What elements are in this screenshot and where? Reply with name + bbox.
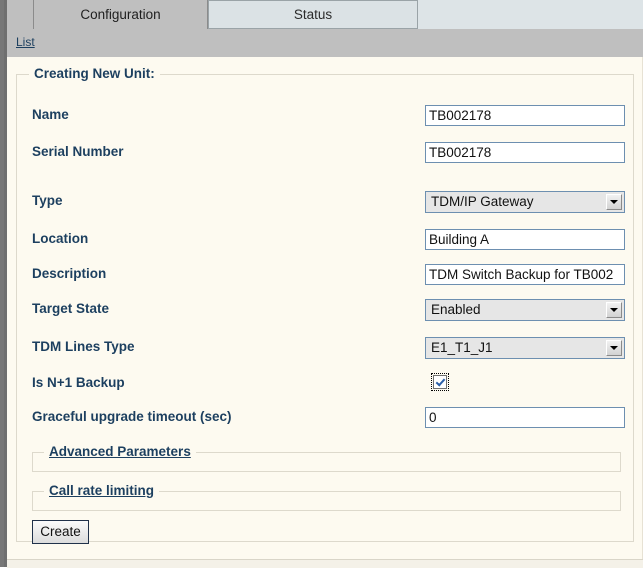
location-input[interactable]: Building A <box>425 229 625 250</box>
left-edge-rail-inner <box>0 0 4 567</box>
chevron-down-icon[interactable] <box>606 302 622 318</box>
field-row-type: Type TDM/IP Gateway <box>17 191 633 215</box>
target-state-select-value: Enabled <box>431 302 481 317</box>
target-state-select[interactable]: Enabled <box>425 299 625 321</box>
tab-strip: Configuration Status <box>0 0 643 29</box>
field-row-graceful-upgrade-timeout: Graceful upgrade timeout (sec) 0 <box>17 407 633 431</box>
breadcrumb-toolbar: List <box>0 29 643 57</box>
advanced-parameters-section[interactable]: Advanced Parameters <box>32 444 621 472</box>
tab-status[interactable]: Status <box>208 0 418 29</box>
chevron-down-icon[interactable] <box>606 194 622 210</box>
field-row-target-state: Target State Enabled <box>17 299 633 323</box>
label-is-n1-backup: Is N+1 Backup <box>32 375 125 390</box>
description-input[interactable]: TDM Switch Backup for TB002 <box>425 264 625 285</box>
type-select-value: TDM/IP Gateway <box>431 194 534 209</box>
field-row-location: Location Building A <box>17 229 633 253</box>
field-row-is-n1-backup: Is N+1 Backup <box>17 373 633 397</box>
breadcrumb-list-link[interactable]: List <box>16 35 35 49</box>
chevron-down-icon[interactable] <box>606 340 622 356</box>
field-row-description: Description TDM Switch Backup for TB002 <box>17 264 633 288</box>
field-row-name: Name TB002178 <box>17 105 633 129</box>
label-type: Type <box>32 193 63 208</box>
label-location: Location <box>32 231 89 246</box>
label-graceful-upgrade-timeout: Graceful upgrade timeout (sec) <box>32 409 232 424</box>
serial-number-input[interactable]: TB002178 <box>425 142 625 163</box>
field-row-serial-number: Serial Number TB002178 <box>17 142 633 166</box>
creating-new-unit-legend: Creating New Unit: <box>29 66 160 81</box>
tab-configuration[interactable]: Configuration <box>33 0 208 29</box>
name-input[interactable]: TB002178 <box>425 105 625 126</box>
call-rate-limiting-link[interactable]: Call rate limiting <box>44 483 160 498</box>
label-target-state: Target State <box>32 301 110 316</box>
label-description: Description <box>32 266 107 281</box>
top-chrome: Configuration Status List <box>0 0 643 57</box>
tdm-lines-type-select[interactable]: E1_T1_J1 <box>425 337 625 359</box>
checkmark-icon <box>433 375 447 389</box>
is-n1-backup-checkbox[interactable] <box>431 373 449 391</box>
tab-configuration-label: Configuration <box>80 7 161 22</box>
graceful-upgrade-timeout-input[interactable]: 0 <box>425 407 625 428</box>
application-window: Configuration Status List Creating New U… <box>0 0 643 568</box>
type-select[interactable]: TDM/IP Gateway <box>425 191 625 213</box>
content-sheet: Creating New Unit: Name TB002178 Serial … <box>7 57 643 559</box>
advanced-parameters-link[interactable]: Advanced Parameters <box>44 444 196 459</box>
label-name: Name <box>32 107 69 122</box>
tdm-lines-type-select-value: E1_T1_J1 <box>431 340 493 355</box>
tab-status-label: Status <box>293 7 333 22</box>
field-row-tdm-lines-type: TDM Lines Type E1_T1_J1 <box>17 337 633 361</box>
creating-new-unit-fieldset: Creating New Unit: Name TB002178 Serial … <box>16 66 634 544</box>
label-serial-number: Serial Number <box>32 144 124 159</box>
call-rate-limiting-section[interactable]: Call rate limiting <box>32 483 621 511</box>
label-tdm-lines-type: TDM Lines Type <box>32 339 135 354</box>
left-edge-rail <box>0 0 7 567</box>
create-button[interactable]: Create <box>32 520 89 544</box>
